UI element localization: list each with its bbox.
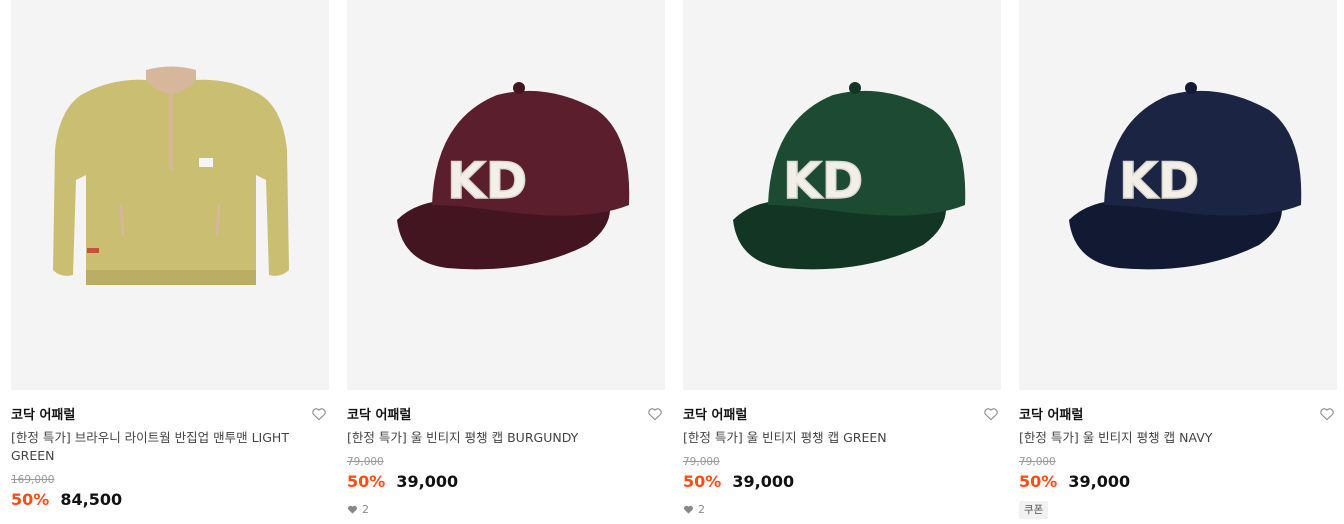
discount-rate: 50% <box>1019 472 1058 491</box>
like-count-value: 2 <box>698 503 705 516</box>
product-image[interactable] <box>11 0 329 390</box>
product-card[interactable]: KD 코닥 어패럴 [한정 특가] 울 빈티지 평챙 캡 BURGUNDY 79… <box>347 0 665 524</box>
product-card[interactable]: KD 코닥 어패럴 [한정 특가] 울 빈티지 평챙 캡 GREEN 79,00… <box>683 0 1001 524</box>
brand-name[interactable]: 코닥 어패럴 <box>347 408 411 423</box>
price-block: 79,000 50% 39,000 <box>347 455 665 492</box>
like-count: 2 <box>683 503 705 516</box>
sale-price: 39,000 <box>396 472 459 491</box>
heart-filled-icon <box>684 505 693 514</box>
cap-image: KD <box>1069 82 1302 270</box>
original-price: 169,000 <box>11 474 55 486</box>
original-price: 79,000 <box>1019 456 1056 468</box>
brand-row: 코닥 어패럴 <box>1019 404 1337 424</box>
sale-price: 84,500 <box>60 490 123 509</box>
product-image[interactable]: KD <box>1019 0 1337 390</box>
product-card[interactable]: 코닥 어패럴 [한정 특가] 브라우니 라이트웜 반집업 맨투맨 LIGHT G… <box>11 0 329 524</box>
product-image[interactable]: KD <box>347 0 665 390</box>
cap-logo: KD <box>447 152 527 210</box>
product-title[interactable]: [한정 특가] 울 빈티지 평챙 캡 GREEN <box>683 429 983 447</box>
heart-outline-icon[interactable] <box>311 406 327 422</box>
brand-name[interactable]: 코닥 어패럴 <box>11 408 75 423</box>
brand-row: 코닥 어패럴 <box>683 404 1001 424</box>
heart-outline-icon[interactable] <box>647 406 663 422</box>
original-price: 79,000 <box>683 456 720 468</box>
sweatshirt-image <box>53 66 289 285</box>
product-title[interactable]: [한정 특가] 울 빈티지 평챙 캡 BURGUNDY <box>347 429 647 447</box>
brand-name[interactable]: 코닥 어패럴 <box>1019 408 1083 423</box>
like-count: 2 <box>347 503 369 516</box>
price-block: 79,000 50% 39,000 <box>1019 455 1337 492</box>
sale-price: 39,000 <box>1068 472 1131 491</box>
discount-rate: 50% <box>347 472 386 491</box>
product-grid: 코닥 어패럴 [한정 특가] 브라우니 라이트웜 반집업 맨투맨 LIGHT G… <box>0 0 1344 524</box>
discount-rate: 50% <box>11 490 50 509</box>
brand-name[interactable]: 코닥 어패럴 <box>683 408 747 423</box>
heart-filled-icon <box>348 505 357 514</box>
price-block: 169,000 50% 84,500 <box>11 473 329 510</box>
cap-image: KD <box>733 82 966 270</box>
brand-row: 코닥 어패럴 <box>11 404 329 424</box>
sale-price: 39,000 <box>732 472 795 491</box>
original-price: 79,000 <box>347 456 384 468</box>
cap-logo: KD <box>1119 152 1199 210</box>
heart-outline-icon[interactable] <box>983 406 999 422</box>
cap-image: KD <box>397 82 630 270</box>
heart-outline-icon[interactable] <box>1319 406 1335 422</box>
product-card[interactable]: KD 코닥 어패럴 [한정 특가] 울 빈티지 평챙 캡 NAVY 79,000… <box>1019 0 1337 524</box>
brand-row: 코닥 어패럴 <box>347 404 665 424</box>
like-count-value: 2 <box>362 503 369 516</box>
cap-logo: KD <box>783 152 863 210</box>
price-block: 79,000 50% 39,000 <box>683 455 1001 492</box>
discount-rate: 50% <box>683 472 722 491</box>
product-title[interactable]: [한정 특가] 브라우니 라이트웜 반집업 맨투맨 LIGHT GREEN <box>11 429 311 465</box>
coupon-badge: 쿠폰 <box>1019 501 1049 519</box>
product-title[interactable]: [한정 특가] 울 빈티지 평챙 캡 NAVY <box>1019 429 1319 447</box>
product-image[interactable]: KD <box>683 0 1001 390</box>
